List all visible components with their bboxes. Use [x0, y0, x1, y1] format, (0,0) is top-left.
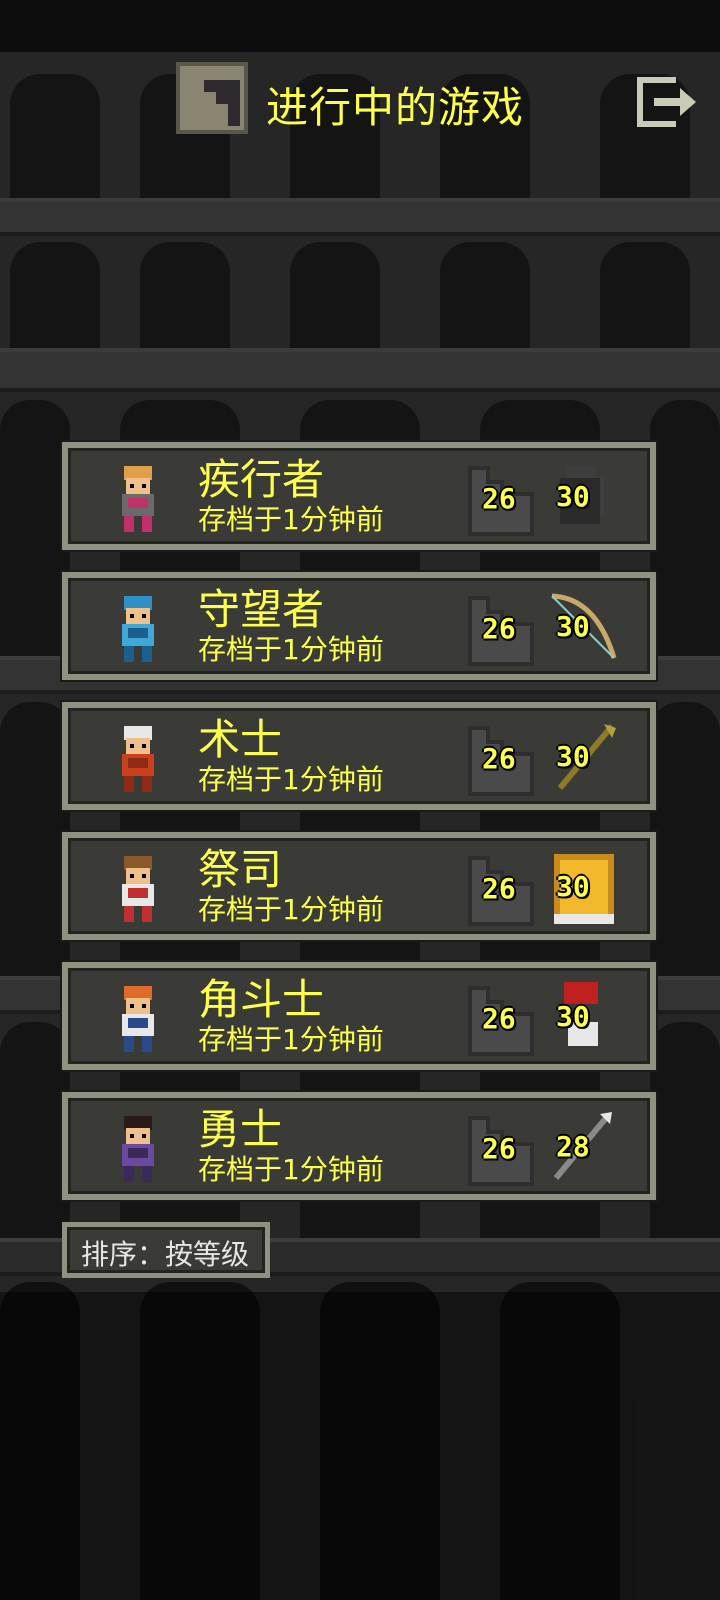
game-slot[interactable]: 守望者 存档于1分钟前 26 30	[62, 572, 656, 680]
level-indicator: 30	[546, 848, 620, 930]
level-indicator: 30	[546, 978, 620, 1060]
huntress-hero-icon	[122, 596, 154, 662]
level-indicator: 30	[546, 718, 620, 800]
game-slot[interactable]: 勇士 存档于1分钟前 26 28	[62, 1092, 656, 1200]
depth-indicator: 26	[464, 1112, 538, 1188]
cleric-hero-icon	[122, 856, 154, 922]
save-time: 存档于1分钟前	[198, 1023, 384, 1056]
level-value: 30	[556, 1000, 590, 1033]
exit-icon	[637, 77, 696, 127]
depth-value: 26	[482, 1002, 516, 1035]
sort-label: 排序：按等级	[81, 1238, 250, 1271]
game-slot[interactable]: 祭司 存档于1分钟前 26 30	[62, 832, 656, 940]
depth-indicator: 26	[464, 462, 538, 538]
level-value: 30	[556, 740, 590, 773]
game-slot[interactable]: 术士 存档于1分钟前 26 30	[62, 702, 656, 810]
save-time: 存档于1分钟前	[198, 1153, 384, 1186]
exit-button[interactable]	[636, 74, 702, 130]
depth-value: 26	[482, 612, 516, 645]
sort-button[interactable]: 排序：按等级	[62, 1222, 270, 1278]
save-time: 存档于1分钟前	[198, 763, 384, 796]
hero-name: 术士	[198, 715, 283, 764]
dungeon-background	[0, 52, 720, 1600]
save-time: 存档于1分钟前	[198, 633, 384, 666]
depth-value: 26	[482, 872, 516, 905]
hero-name: 守望者	[198, 585, 325, 634]
depth-indicator: 26	[464, 592, 538, 668]
mage-hero-icon	[122, 726, 154, 792]
rogue-hero-icon	[122, 466, 154, 532]
level-value: 28	[556, 1130, 590, 1163]
depth-value: 26	[482, 742, 516, 775]
duelist-hero-icon	[122, 986, 154, 1052]
hero-name: 勇士	[198, 1105, 283, 1154]
hero-name: 祭司	[198, 845, 283, 894]
level-indicator: 30	[546, 588, 620, 670]
level-value: 30	[556, 610, 590, 643]
level-indicator: 30	[546, 458, 620, 540]
game-slot[interactable]: 疾行者 存档于1分钟前 26 30	[62, 442, 656, 550]
game-slot[interactable]: 角斗士 存档于1分钟前 26 30	[62, 962, 656, 1070]
page-title: 进行中的游戏	[266, 83, 525, 132]
depth-indicator: 26	[464, 722, 538, 798]
level-indicator: 28	[546, 1108, 620, 1190]
depth-indicator: 26	[464, 852, 538, 928]
level-value: 30	[556, 870, 590, 903]
warrior-hero-icon	[122, 1116, 154, 1182]
save-time: 存档于1分钟前	[198, 503, 384, 536]
hero-name: 角斗士	[198, 975, 325, 1024]
depth-indicator: 26	[464, 982, 538, 1058]
level-value: 30	[556, 480, 590, 513]
save-time: 存档于1分钟前	[198, 893, 384, 926]
depth-value: 26	[482, 482, 516, 515]
depth-value: 26	[482, 1132, 516, 1165]
hero-name: 疾行者	[198, 455, 325, 504]
stairs-icon	[176, 62, 248, 134]
